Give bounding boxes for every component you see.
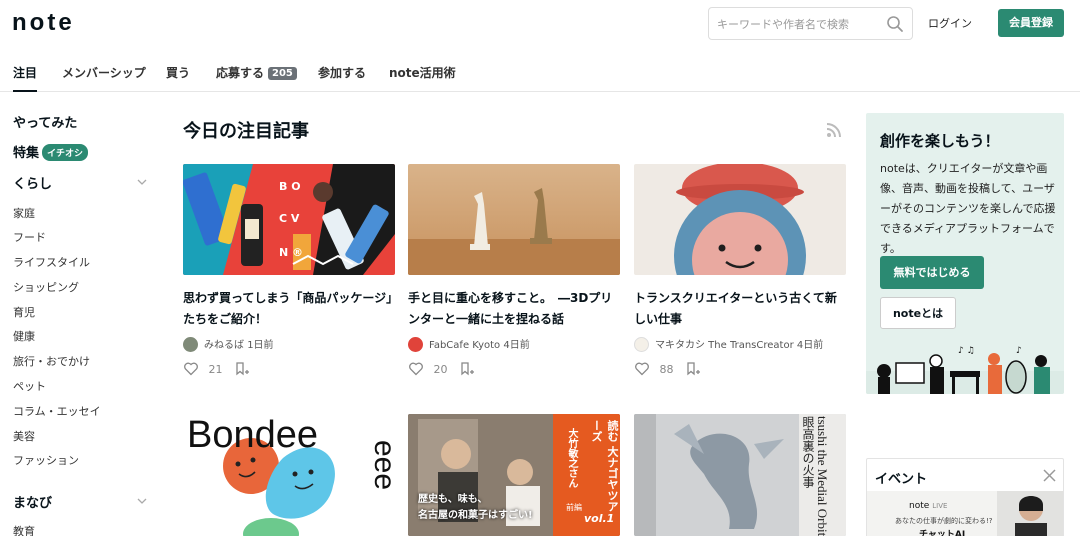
- note-logo[interactable]: note: [12, 11, 75, 35]
- bondee-logo-text: Bondee: [187, 414, 319, 456]
- article-title[interactable]: 手と目に重心を移すこと。 ―3Dプリンターと一緒に土を捏ねる話: [408, 288, 620, 330]
- signup-promo: 創作を楽しもう！ noteは、クリエイターが文章や画像、音声、動画を投稿して、ユ…: [866, 113, 1064, 394]
- nagoya-caption-1: 歴史も、味も、: [418, 494, 488, 505]
- article-stats: 20: [408, 361, 475, 377]
- svg-text:♪ ♫: ♪ ♫: [958, 346, 975, 356]
- article-thumbnail[interactable]: B O C V N ®: [183, 164, 395, 275]
- article-thumbnail[interactable]: [634, 164, 846, 275]
- speaker-photo: [997, 491, 1063, 536]
- article-thumbnail[interactable]: Bondee eee: [183, 414, 395, 536]
- promo-description: noteは、クリエイターが文章や画像、音声、動画を投稿して、ユーザーがそのコンテ…: [880, 162, 1056, 255]
- sidebar-item-kurashi[interactable]: くらし: [13, 173, 52, 192]
- event-widget: イベント note LIVE あなたの仕事が劇的に変わる!? チャットAI: [866, 458, 1064, 536]
- like-count: 21: [208, 363, 223, 376]
- bondee-side-text: eee: [368, 440, 395, 491]
- article-author[interactable]: マキタカシ The TransCreator 4日前: [634, 336, 823, 352]
- nagoya-person-name: 大竹敏之さん: [566, 428, 577, 488]
- avatar: [408, 337, 423, 352]
- sidebar: やってみた 特集 イチオシ くらし 家庭 フード ライフスタイル ショッピング 育…: [0, 92, 160, 536]
- avatar: [183, 337, 198, 352]
- section-title: 今日の注目記事: [183, 121, 309, 142]
- article-author[interactable]: FabCafe Kyoto 4日前: [408, 336, 530, 352]
- article-title[interactable]: 思わず買ってしまう「商品パッケージ」たちをご紹介！: [183, 288, 395, 330]
- search-box[interactable]: [708, 7, 913, 40]
- note-live-logo: note LIVE: [909, 501, 948, 511]
- svg-text:♪: ♪: [1016, 346, 1022, 356]
- article-title[interactable]: トランスクリエイターという古くて新しい仕事: [634, 288, 846, 330]
- musicians-illustration: ♪ ♫ ♪: [866, 346, 1064, 394]
- heart-icon[interactable]: [408, 361, 424, 376]
- article-thumbnail[interactable]: tsushi the Medial Orbito-I 眼高裏の火事: [634, 414, 846, 536]
- sidebar-subitem[interactable]: ファッション: [13, 452, 79, 468]
- rss-icon[interactable]: [826, 122, 842, 138]
- sidebar-subitem[interactable]: ペット: [13, 378, 46, 394]
- tab-featured[interactable]: 注目: [13, 64, 38, 92]
- magazine-add-icon[interactable]: [234, 361, 250, 376]
- sidebar-item-tried[interactable]: やってみた: [13, 112, 77, 131]
- promo-title: 創作を楽しもう！: [880, 132, 1000, 150]
- avatar: [634, 337, 649, 352]
- sidebar-subitem[interactable]: コラム・エッセイ: [13, 403, 101, 419]
- article-stats: 21: [183, 361, 250, 377]
- search-icon[interactable]: [886, 15, 904, 33]
- search-input[interactable]: [717, 15, 877, 33]
- heart-icon[interactable]: [634, 361, 650, 376]
- tab-apply[interactable]: 応募する 205: [216, 64, 297, 81]
- svg-text:B O: B O: [279, 180, 301, 193]
- article-thumbnail[interactable]: [408, 164, 620, 275]
- chevron-down-icon[interactable]: [136, 495, 148, 507]
- recommend-badge: イチオシ: [42, 144, 89, 161]
- tab-join[interactable]: 参加する: [318, 64, 366, 81]
- about-note-button[interactable]: noteとは: [880, 297, 956, 329]
- apply-count-badge: 205: [268, 67, 297, 80]
- sidebar-subitem[interactable]: ショッピング: [13, 279, 79, 295]
- nagoya-vertical-title: 読む 大ナゴヤツアーズ: [590, 420, 619, 512]
- magazine-add-icon[interactable]: [685, 361, 701, 376]
- register-button[interactable]: 会員登録: [998, 9, 1064, 37]
- nagoya-caption-2: 名古屋の和菓子はすごい!: [418, 510, 533, 521]
- event-banner-subtitle: あなたの仕事が劇的に変わる!?: [895, 517, 993, 525]
- close-icon[interactable]: [1043, 469, 1056, 482]
- sidebar-subitem[interactable]: 旅行・おでかけ: [13, 353, 90, 369]
- sidebar-subitem[interactable]: 教育: [13, 523, 35, 536]
- sidebar-subitem[interactable]: 家庭: [13, 205, 35, 221]
- login-link[interactable]: ログイン: [928, 15, 972, 31]
- sidebar-subitem[interactable]: 美容: [13, 428, 35, 444]
- event-title: イベント: [875, 472, 928, 487]
- sidebar-subitem[interactable]: 健康: [13, 328, 35, 344]
- sidebar-subitem[interactable]: フード: [13, 229, 46, 245]
- article-thumbnail[interactable]: 読む 大ナゴヤツアーズ 大竹敏之さん 前編 vol.1 歴史も、味も、 名古屋の…: [408, 414, 620, 536]
- sidebar-subitem[interactable]: ライフスタイル: [13, 254, 90, 270]
- sidebar-item-special[interactable]: 特集 イチオシ: [13, 142, 89, 161]
- start-free-button[interactable]: 無料ではじめる: [880, 256, 984, 289]
- tsushi-jp-text: 眼高裏の火事: [801, 416, 815, 488]
- svg-text:C V: C V: [279, 212, 300, 225]
- event-banner-heading: チャットAI: [919, 530, 966, 536]
- nagoya-volume: vol.1: [584, 512, 615, 525]
- heart-icon[interactable]: [183, 361, 199, 376]
- category-tabs: 注目 メンバーシップ 買う 応募する 205 参加する note活用術: [0, 46, 1080, 92]
- magazine-add-icon[interactable]: [459, 361, 475, 376]
- tab-membership[interactable]: メンバーシップ: [62, 64, 146, 81]
- article-author[interactable]: みねるば 1日前: [183, 336, 274, 352]
- nagoya-tag: 前編: [566, 503, 582, 512]
- sidebar-item-manabi[interactable]: まなび: [13, 492, 52, 511]
- event-banner[interactable]: [867, 491, 1063, 536]
- like-count: 20: [433, 363, 448, 376]
- like-count: 88: [659, 363, 674, 376]
- svg-text:N ®: N ®: [279, 246, 303, 259]
- header: note ログイン 会員登録: [0, 0, 1080, 46]
- sidebar-subitem[interactable]: 育児: [13, 304, 35, 320]
- tab-buy[interactable]: 買う: [166, 64, 190, 81]
- article-stats: 88: [634, 361, 701, 377]
- chevron-down-icon[interactable]: [136, 176, 148, 188]
- tab-note-tips[interactable]: note活用術: [389, 64, 456, 81]
